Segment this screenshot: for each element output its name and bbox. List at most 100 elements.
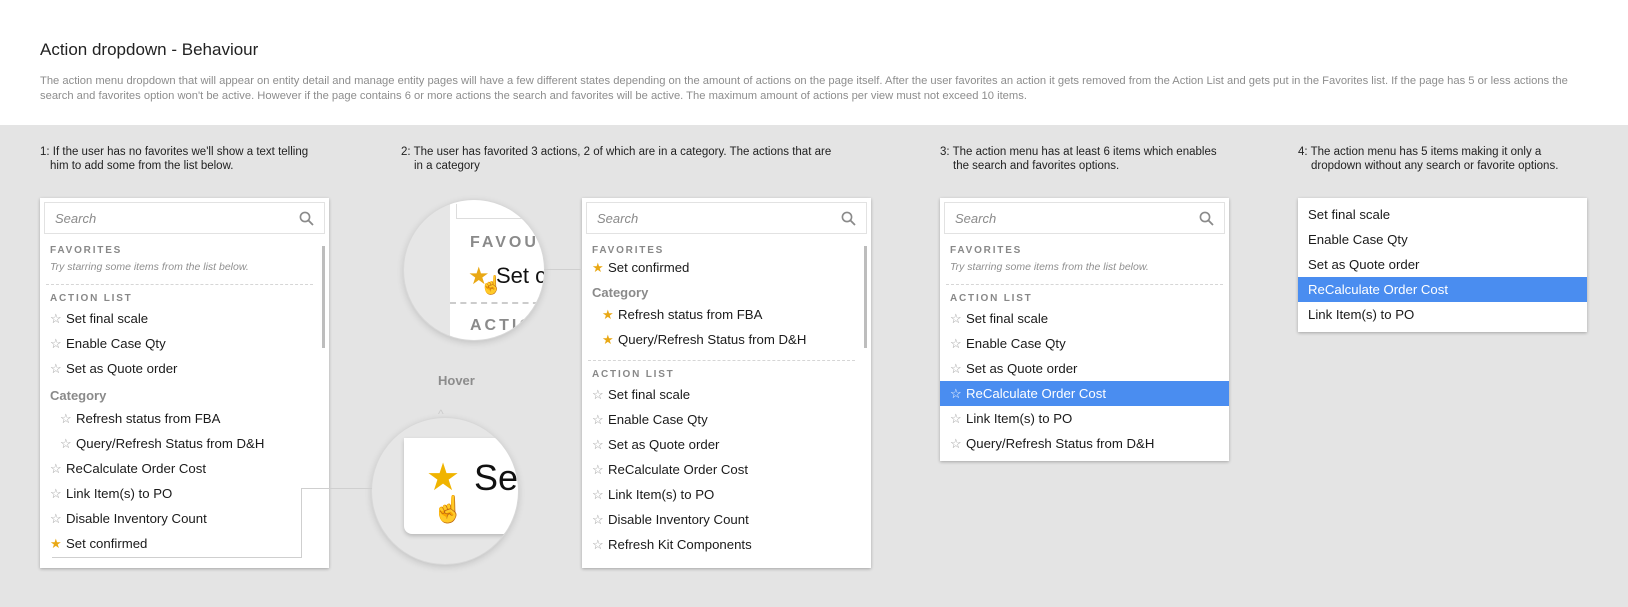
star-outline-icon[interactable]: ☆	[50, 481, 62, 506]
star-outline-icon[interactable]: ☆	[950, 406, 962, 431]
action-item[interactable]: ☆ Disable Inventory Count	[40, 506, 315, 531]
search-input[interactable]: Search	[55, 211, 96, 226]
action-item-label: Link Item(s) to PO	[608, 487, 715, 502]
search-box[interactable]: Search	[586, 202, 867, 234]
scrollbar[interactable]	[322, 246, 325, 348]
action-item-label: Enable Case Qty	[66, 336, 166, 351]
hand-cursor-icon: ☝	[480, 275, 503, 295]
action-item-label: Set final scale	[966, 311, 1049, 326]
star-outline-icon[interactable]: ☆	[592, 482, 604, 507]
favorite-item[interactable]: ★ Query/Refresh Status from D&H	[582, 327, 857, 352]
star-filled-icon[interactable]: ★	[602, 327, 614, 352]
divider	[588, 360, 855, 361]
action-item[interactable]: ☆ Set final scale	[582, 382, 857, 407]
search-icon[interactable]	[299, 211, 314, 226]
action-dropdown-simple: Set final scale Enable Case Qty Set as Quo…	[1298, 198, 1587, 332]
action-item-label: ReCalculate Order Cost	[608, 462, 748, 477]
action-item-label: Query/Refresh Status from D&H	[76, 436, 265, 451]
caption-line: 4: The action menu has 5 items making it…	[1298, 146, 1542, 158]
star-outline-icon[interactable]: ☆	[60, 406, 72, 431]
action-item[interactable]: ☆ Enable Case Qty	[582, 407, 857, 432]
search-box[interactable]: Search	[44, 202, 325, 234]
action-item-label: Link Item(s) to PO	[66, 486, 173, 501]
action-item[interactable]: Set final scale	[1298, 202, 1587, 227]
star-outline-icon[interactable]: ☆	[950, 381, 962, 406]
star-outline-icon[interactable]: ☆	[592, 532, 604, 557]
star-outline-icon[interactable]: ☆	[950, 331, 962, 356]
connector-line	[301, 488, 372, 489]
action-item-label: Set final scale	[66, 311, 149, 326]
star-outline-icon[interactable]: ☆	[50, 356, 62, 381]
search-input[interactable]: Search	[955, 211, 996, 226]
star-filled-icon[interactable]: ★	[602, 302, 614, 327]
star-outline-icon[interactable]: ☆	[592, 382, 604, 407]
search-input[interactable]: Search	[597, 211, 638, 226]
action-item[interactable]: ☆ Query/Refresh Status from D&H	[940, 431, 1215, 456]
action-item[interactable]: ☆ ReCalculate Order Cost	[40, 456, 315, 481]
scrollbar[interactable]	[864, 246, 867, 348]
action-item[interactable]: ☆ Refresh Kit Components	[582, 532, 857, 557]
action-item[interactable]: ☆ Set as Quote order	[40, 356, 315, 381]
hover-state-label: Hover	[438, 373, 475, 388]
star-outline-icon[interactable]: ☆	[592, 507, 604, 532]
action-item[interactable]: ☆ Enable Case Qty	[40, 331, 315, 356]
page-title: Action dropdown - Behaviour	[40, 40, 259, 59]
action-item[interactable]: Link Item(s) to PO	[1298, 302, 1587, 327]
zoom-detail-hover-star: ★ Se ☝	[372, 418, 518, 564]
star-outline-icon[interactable]: ☆	[950, 306, 962, 331]
star-outline-icon[interactable]: ☆	[50, 306, 62, 331]
action-item-label: Disable Inventory Count	[608, 512, 749, 527]
action-item[interactable]: ☆ Link Item(s) to PO	[40, 481, 315, 506]
search-icon[interactable]	[841, 211, 856, 226]
action-item-label: Disable Inventory Count	[66, 511, 207, 526]
action-item[interactable]: ☆ ReCalculate Order Cost	[940, 381, 1229, 406]
action-item[interactable]: ☆ Set as Quote order	[582, 432, 857, 457]
action-item[interactable]: ☆ Enable Case Qty	[940, 331, 1215, 356]
star-outline-icon[interactable]: ☆	[592, 432, 604, 457]
action-item[interactable]: Enable Case Qty	[1298, 227, 1587, 252]
connector-line	[301, 488, 302, 558]
star-outline-icon[interactable]: ☆	[50, 331, 62, 356]
caption-3: 3: The action menu has at least 6 items …	[940, 145, 1217, 173]
star-icon-hover[interactable]: ★	[426, 458, 460, 498]
zoom-search-fragment	[456, 204, 544, 219]
star-outline-icon[interactable]: ☆	[592, 407, 604, 432]
star-filled-icon[interactable]: ★	[592, 255, 604, 280]
star-outline-icon[interactable]: ☆	[50, 456, 62, 481]
action-item-label: Refresh status from FBA	[76, 411, 221, 426]
action-item[interactable]: ☆ Set as Quote order	[940, 356, 1215, 381]
star-outline-icon[interactable]: ☆	[592, 457, 604, 482]
star-outline-icon[interactable]: ☆	[50, 506, 62, 531]
action-item-label: Set as Quote order	[1308, 257, 1420, 272]
zoom-item-label: Se	[474, 457, 518, 498]
zoom-panel-fragment: FAVOUR ★ Set co ☝ ACTIO	[450, 200, 544, 340]
star-outline-icon[interactable]: ☆	[950, 431, 962, 456]
action-item-label: Refresh status from FBA	[618, 307, 763, 322]
action-item[interactable]: ReCalculate Order Cost	[1298, 277, 1587, 302]
search-box[interactable]: Search	[944, 202, 1225, 234]
action-item[interactable]: ☆ Query/Refresh Status from D&H	[40, 431, 315, 456]
action-item-label: Enable Case Qty	[608, 412, 708, 427]
action-item-label: Set as Quote order	[966, 361, 1078, 376]
action-item[interactable]: ☆ Link Item(s) to PO	[582, 482, 857, 507]
action-item[interactable]: ☆ Set final scale	[940, 306, 1215, 331]
empty-favorites-hint: Try starring some items from the list be…	[50, 261, 249, 273]
favorite-item[interactable]: ★ Set confirmed	[582, 255, 857, 280]
star-outline-icon[interactable]: ☆	[60, 431, 72, 456]
star-outline-icon[interactable]: ☆	[950, 356, 962, 381]
favorites-header: FAVORITES	[950, 245, 1023, 256]
action-list-header: ACTION LIST	[50, 293, 133, 304]
action-item[interactable]: Set as Quote order	[1298, 252, 1587, 277]
action-item[interactable]: ☆ Link Item(s) to PO	[940, 406, 1215, 431]
search-icon[interactable]	[1199, 211, 1214, 226]
caption-line: 3: The action menu has at least 6 items …	[940, 146, 1217, 158]
category-label: Category	[592, 285, 649, 300]
action-item[interactable]: ☆ ReCalculate Order Cost	[582, 457, 857, 482]
favorite-item[interactable]: ★ Refresh status from FBA	[582, 302, 857, 327]
action-item-label: Enable Case Qty	[966, 336, 1066, 351]
action-item[interactable]: ☆ Set final scale	[40, 306, 315, 331]
action-item[interactable]: ☆ Refresh status from FBA	[40, 406, 315, 431]
action-item[interactable]: ★ Set confirmed	[40, 531, 315, 556]
star-filled-icon[interactable]: ★	[50, 531, 62, 556]
action-item[interactable]: ☆ Disable Inventory Count	[582, 507, 857, 532]
